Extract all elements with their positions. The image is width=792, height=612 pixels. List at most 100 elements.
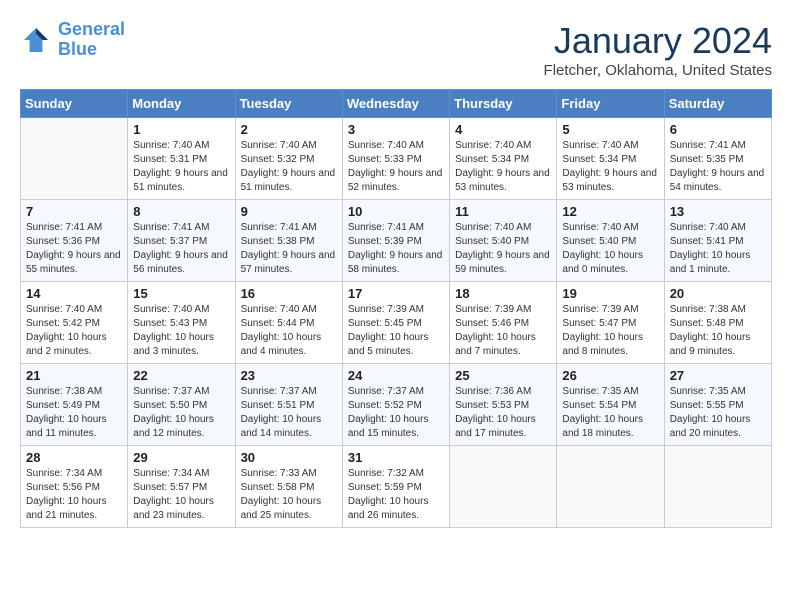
daylight-text: Daylight: 9 hours and 53 minutes. xyxy=(455,167,551,195)
day-info: Sunrise: 7:37 AMSunset: 5:51 PMDaylight:… xyxy=(241,385,337,441)
sunrise-text: Sunrise: 7:41 AM xyxy=(26,221,122,235)
day-info: Sunrise: 7:40 AMSunset: 5:41 PMDaylight:… xyxy=(670,221,766,277)
calendar-cell: 14Sunrise: 7:40 AMSunset: 5:42 PMDayligh… xyxy=(21,282,128,364)
day-info: Sunrise: 7:40 AMSunset: 5:40 PMDaylight:… xyxy=(562,221,658,277)
week-row-3: 14Sunrise: 7:40 AMSunset: 5:42 PMDayligh… xyxy=(21,282,772,364)
sunset-text: Sunset: 5:35 PM xyxy=(670,153,766,167)
title-area: January 2024 Fletcher, Oklahoma, United … xyxy=(544,20,772,79)
day-number: 26 xyxy=(562,368,658,383)
sunset-text: Sunset: 5:48 PM xyxy=(670,317,766,331)
day-info: Sunrise: 7:40 AMSunset: 5:43 PMDaylight:… xyxy=(133,303,229,359)
sunrise-text: Sunrise: 7:40 AM xyxy=(26,303,122,317)
day-info: Sunrise: 7:40 AMSunset: 5:34 PMDaylight:… xyxy=(562,139,658,195)
sunrise-text: Sunrise: 7:40 AM xyxy=(133,303,229,317)
calendar-cell xyxy=(557,446,664,528)
sunrise-text: Sunrise: 7:41 AM xyxy=(670,139,766,153)
header: General Blue January 2024 Fletcher, Okla… xyxy=(20,20,772,79)
calendar-cell: 10Sunrise: 7:41 AMSunset: 5:39 PMDayligh… xyxy=(342,200,449,282)
day-number: 10 xyxy=(348,204,444,219)
sunset-text: Sunset: 5:36 PM xyxy=(26,235,122,249)
daylight-text: Daylight: 10 hours and 25 minutes. xyxy=(241,495,337,523)
calendar-cell: 27Sunrise: 7:35 AMSunset: 5:55 PMDayligh… xyxy=(664,364,771,446)
calendar-cell: 24Sunrise: 7:37 AMSunset: 5:52 PMDayligh… xyxy=(342,364,449,446)
daylight-text: Daylight: 9 hours and 51 minutes. xyxy=(241,167,337,195)
day-number: 18 xyxy=(455,286,551,301)
sunset-text: Sunset: 5:55 PM xyxy=(670,399,766,413)
sunrise-text: Sunrise: 7:41 AM xyxy=(348,221,444,235)
day-info: Sunrise: 7:39 AMSunset: 5:47 PMDaylight:… xyxy=(562,303,658,359)
calendar-cell: 25 Sunrise: 7:36 AMSunset: 5:53 PMDayligh… xyxy=(450,364,557,446)
sunrise-text: Sunrise: 7:32 AM xyxy=(348,467,444,481)
daylight-text: Daylight: 10 hours and 4 minutes. xyxy=(241,331,337,359)
daylight-text: Daylight: 9 hours and 51 minutes. xyxy=(133,167,229,195)
sunrise-text: Sunrise: 7:37 AM xyxy=(133,385,229,399)
calendar-cell: 7Sunrise: 7:41 AMSunset: 5:36 PMDaylight… xyxy=(21,200,128,282)
day-info: Sunrise: 7:39 AMSunset: 5:45 PMDaylight:… xyxy=(348,303,444,359)
calendar-cell: 5 Sunrise: 7:40 AMSunset: 5:34 PMDaylight… xyxy=(557,118,664,200)
day-number: 3 xyxy=(348,122,444,137)
sunset-text: Sunset: 5:47 PM xyxy=(562,317,658,331)
sunrise-text: Sunrise: 7:36 AM xyxy=(455,385,551,399)
sunset-text: Sunset: 5:41 PM xyxy=(670,235,766,249)
sunrise-text: Sunrise: 7:38 AM xyxy=(670,303,766,317)
calendar-cell: 31Sunrise: 7:32 AMSunset: 5:59 PMDayligh… xyxy=(342,446,449,528)
week-row-2: 7Sunrise: 7:41 AMSunset: 5:36 PMDaylight… xyxy=(21,200,772,282)
day-number: 9 xyxy=(241,204,337,219)
day-info: Sunrise: 7:37 AMSunset: 5:50 PMDaylight:… xyxy=(133,385,229,441)
day-number: 7 xyxy=(26,204,122,219)
calendar-cell: 22 Sunrise: 7:37 AMSunset: 5:50 PMDayligh… xyxy=(128,364,235,446)
sunset-text: Sunset: 5:40 PM xyxy=(562,235,658,249)
day-number: 27 xyxy=(670,368,766,383)
sunset-text: Sunset: 5:39 PM xyxy=(348,235,444,249)
calendar-cell: 16Sunrise: 7:40 AMSunset: 5:44 PMDayligh… xyxy=(235,282,342,364)
sunrise-text: Sunrise: 7:40 AM xyxy=(133,139,229,153)
weekday-header-row: SundayMondayTuesdayWednesdayThursdayFrid… xyxy=(21,90,772,118)
sunset-text: Sunset: 5:32 PM xyxy=(241,153,337,167)
day-number: 6 xyxy=(670,122,766,137)
daylight-text: Daylight: 9 hours and 52 minutes. xyxy=(348,167,444,195)
daylight-text: Daylight: 10 hours and 0 minutes. xyxy=(562,249,658,277)
calendar-cell: 19Sunrise: 7:39 AMSunset: 5:47 PMDayligh… xyxy=(557,282,664,364)
sunrise-text: Sunrise: 7:37 AM xyxy=(241,385,337,399)
day-number: 23 xyxy=(241,368,337,383)
day-info: Sunrise: 7:40 AMSunset: 5:42 PMDaylight:… xyxy=(26,303,122,359)
calendar: SundayMondayTuesdayWednesdayThursdayFrid… xyxy=(20,89,772,528)
calendar-cell: 11Sunrise: 7:40 AMSunset: 5:40 PMDayligh… xyxy=(450,200,557,282)
day-number: 29 xyxy=(133,450,229,465)
day-info: Sunrise: 7:36 AMSunset: 5:53 PMDaylight:… xyxy=(455,385,551,441)
sunset-text: Sunset: 5:56 PM xyxy=(26,481,122,495)
day-number: 20 xyxy=(670,286,766,301)
sunset-text: Sunset: 5:34 PM xyxy=(455,153,551,167)
day-info: Sunrise: 7:35 AMSunset: 5:54 PMDaylight:… xyxy=(562,385,658,441)
sunrise-text: Sunrise: 7:40 AM xyxy=(562,221,658,235)
calendar-cell: 15Sunrise: 7:40 AMSunset: 5:43 PMDayligh… xyxy=(128,282,235,364)
daylight-text: Daylight: 9 hours and 54 minutes. xyxy=(670,167,766,195)
sunset-text: Sunset: 5:59 PM xyxy=(348,481,444,495)
daylight-text: Daylight: 10 hours and 26 minutes. xyxy=(348,495,444,523)
day-number: 25 xyxy=(455,368,551,383)
day-number: 13 xyxy=(670,204,766,219)
sunrise-text: Sunrise: 7:40 AM xyxy=(455,221,551,235)
calendar-cell: 8Sunrise: 7:41 AMSunset: 5:37 PMDaylight… xyxy=(128,200,235,282)
day-info: Sunrise: 7:38 AMSunset: 5:49 PMDaylight:… xyxy=(26,385,122,441)
daylight-text: Daylight: 10 hours and 17 minutes. xyxy=(455,413,551,441)
day-number: 22 xyxy=(133,368,229,383)
day-info: Sunrise: 7:34 AMSunset: 5:57 PMDaylight:… xyxy=(133,467,229,523)
day-number: 5 xyxy=(562,122,658,137)
sunrise-text: Sunrise: 7:39 AM xyxy=(348,303,444,317)
weekday-header-monday: Monday xyxy=(128,90,235,118)
sunrise-text: Sunrise: 7:34 AM xyxy=(133,467,229,481)
day-info: Sunrise: 7:40 AMSunset: 5:32 PMDaylight:… xyxy=(241,139,337,195)
daylight-text: Daylight: 10 hours and 18 minutes. xyxy=(562,413,658,441)
calendar-cell: 17Sunrise: 7:39 AMSunset: 5:45 PMDayligh… xyxy=(342,282,449,364)
day-info: Sunrise: 7:38 AMSunset: 5:48 PMDaylight:… xyxy=(670,303,766,359)
sunset-text: Sunset: 5:31 PM xyxy=(133,153,229,167)
daylight-text: Daylight: 9 hours and 57 minutes. xyxy=(241,249,337,277)
sunset-text: Sunset: 5:58 PM xyxy=(241,481,337,495)
calendar-cell: 12Sunrise: 7:40 AMSunset: 5:40 PMDayligh… xyxy=(557,200,664,282)
sunrise-text: Sunrise: 7:38 AM xyxy=(26,385,122,399)
sunset-text: Sunset: 5:51 PM xyxy=(241,399,337,413)
sunset-text: Sunset: 5:34 PM xyxy=(562,153,658,167)
calendar-cell: 13 Sunrise: 7:40 AMSunset: 5:41 PMDayligh… xyxy=(664,200,771,282)
day-info: Sunrise: 7:40 AMSunset: 5:40 PMDaylight:… xyxy=(455,221,551,277)
